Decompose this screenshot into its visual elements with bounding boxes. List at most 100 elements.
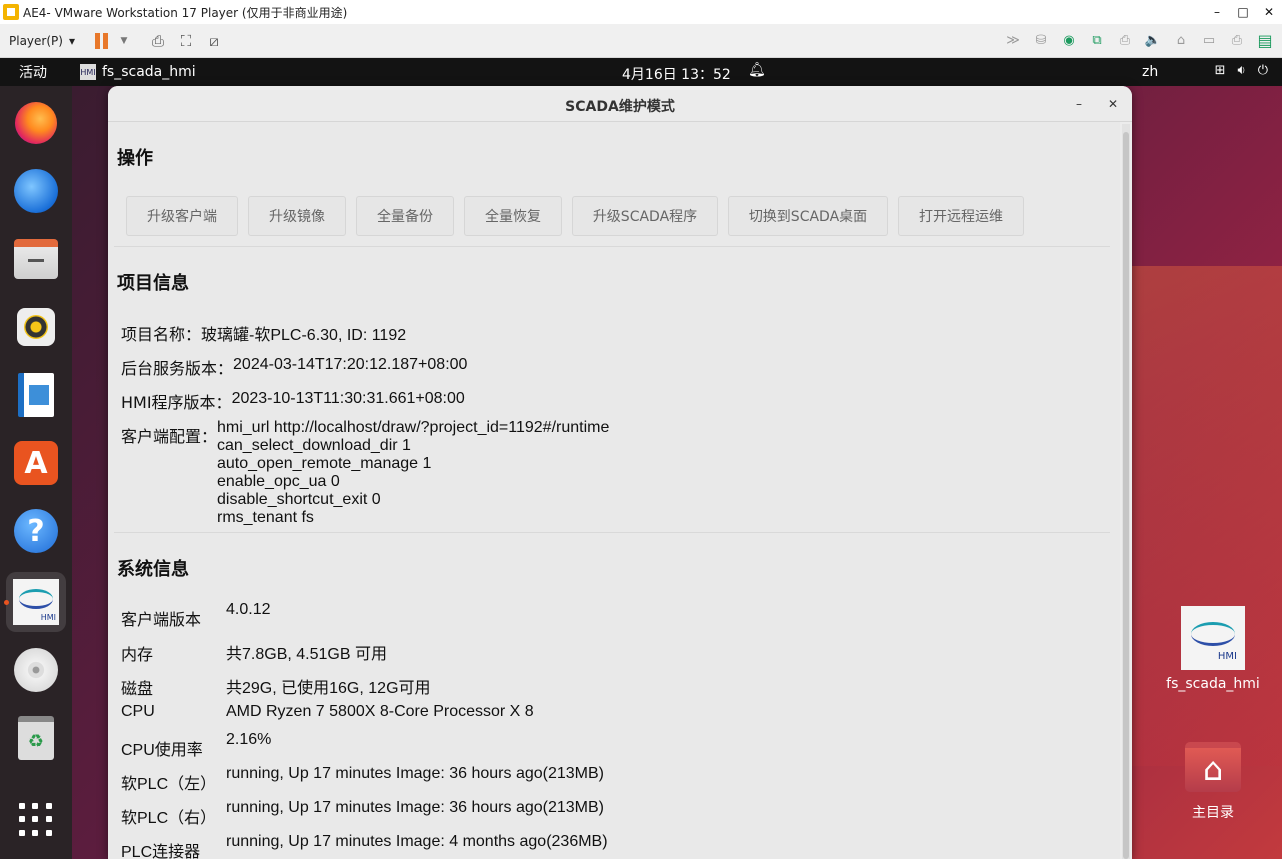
help-icon: ? xyxy=(14,509,58,553)
dock-thunderbird[interactable] xyxy=(12,167,60,215)
printer-icon[interactable]: ⎙ xyxy=(1114,29,1136,51)
project-name-value: 玻璃罐-软PLC-6.30, ID: 1192 xyxy=(201,327,407,344)
sound-icon[interactable]: 🔈 xyxy=(1142,29,1164,51)
removable-icon[interactable]: ▭ xyxy=(1198,29,1220,51)
sys-label-client-version: 客户端版本 xyxy=(121,612,202,629)
section-title-project: 项目信息 xyxy=(117,273,189,294)
fullscreen-icon[interactable]: ⛶ xyxy=(175,30,197,52)
network-icon: ⊞ xyxy=(1214,63,1226,78)
home-folder-icon xyxy=(1185,742,1241,792)
thunderbird-icon xyxy=(14,169,58,213)
window-header: SCADA维护模式 – ✕ xyxy=(108,86,1132,122)
client-config-list: hmi_url http://localhost/draw/?project_i… xyxy=(217,419,609,527)
vmware-window-controls: – □ ✕ xyxy=(1204,0,1282,24)
vertical-scrollbar[interactable] xyxy=(1122,124,1130,859)
config-line: hmi_url http://localhost/draw/?project_i… xyxy=(217,419,610,436)
vmware-toolbar: Player(P) ▾ ▼ ⎙ ⛶ ⧄ ≫ ⛁ ◉ ⧉ ⎙ 🔈 ⌂ ▭ ⎙ ▤ xyxy=(0,24,1282,58)
upgrade-image-button[interactable]: 升级镜像 xyxy=(248,196,346,236)
usb-icon[interactable]: ⌂ xyxy=(1170,29,1192,51)
app-name: fs_scada_hmi xyxy=(102,64,196,80)
send-ctrl-alt-del-icon[interactable]: ⎙ xyxy=(147,30,169,52)
sys-value-plc-connector: running, Up 17 minutes Image: 4 months a… xyxy=(226,833,608,850)
vmware-title-bar: AE4- VMware Workstation 17 Player (仅用于非商… xyxy=(0,0,1282,24)
switch-scada-desktop-button[interactable]: 切换到SCADA桌面 xyxy=(728,196,888,236)
vmware-logo-icon xyxy=(3,4,19,20)
sys-value-disk: 共29G, 已使用16G, 12G可用 xyxy=(226,680,431,697)
vmware-window-title: AE4- VMware Workstation 17 Player (仅用于非商… xyxy=(23,5,348,20)
dock-writer[interactable] xyxy=(12,371,60,419)
desktop-icon-label: 主目录 xyxy=(1192,805,1234,821)
open-remote-ops-button[interactable]: 打开远程运维 xyxy=(898,196,1024,236)
activities-button[interactable]: 活动 xyxy=(19,62,47,82)
sys-value-memory: 共7.8GB, 4.51GB 可用 xyxy=(226,646,387,663)
player-menu[interactable]: Player(P) ▾ xyxy=(9,34,75,48)
message-log-icon[interactable]: ▤ xyxy=(1254,29,1276,51)
player-menu-label: Player(P) xyxy=(9,33,63,48)
files-icon xyxy=(14,239,58,279)
app-grid-icon xyxy=(19,803,53,837)
printer2-icon[interactable]: ⎙ xyxy=(1226,29,1248,51)
full-restore-button[interactable]: 全量恢复 xyxy=(464,196,562,236)
desktop-icon-label: fs_scada_hmi xyxy=(1166,676,1260,692)
divider xyxy=(114,246,1110,247)
notification-bell-icon[interactable]: 🔔︎ xyxy=(748,62,766,78)
sys-value-soft-plc-left: running, Up 17 minutes Image: 36 hours a… xyxy=(226,765,604,782)
network-forward-icon[interactable]: ≫ xyxy=(1002,29,1024,51)
full-backup-button[interactable]: 全量备份 xyxy=(356,196,454,236)
trash-icon: ♻ xyxy=(18,716,54,760)
upgrade-scada-button[interactable]: 升级SCADA程序 xyxy=(572,196,718,236)
desktop-icon-fs-scada-hmi[interactable]: HMI fs_scada_hmi xyxy=(1163,606,1263,692)
backend-version-row: 后台服务版本：2024-03-14T17:20:12.187+08:00 xyxy=(121,351,467,378)
section-title-system: 系统信息 xyxy=(117,559,189,580)
backend-version-label: 后台服务版本： xyxy=(121,359,234,378)
system-tray[interactable]: ⊞ 🔉︎ ⏻ xyxy=(1215,63,1268,78)
pause-dropdown-icon[interactable]: ▼ xyxy=(113,30,135,52)
hmi-version-value: 2023-10-13T11:30:31.661+08:00 xyxy=(231,390,465,407)
hmi-version-label: HMI程序版本： xyxy=(121,393,232,412)
dock-cd[interactable] xyxy=(12,646,60,694)
close-button[interactable]: ✕ xyxy=(1256,0,1282,24)
config-line: can_select_download_dir 1 xyxy=(217,437,411,454)
dock-trash[interactable]: ♻ xyxy=(12,714,60,762)
pause-icon[interactable] xyxy=(94,32,109,49)
desktop-icon-home[interactable]: 主目录 xyxy=(1163,742,1263,822)
upgrade-client-button[interactable]: 升级客户端 xyxy=(126,196,238,236)
hmi-version-row: HMI程序版本：2023-10-13T11:30:31.661+08:00 xyxy=(121,385,465,412)
writer-icon xyxy=(18,373,54,417)
input-method-indicator[interactable]: zh xyxy=(1142,64,1158,80)
scada-window: SCADA维护模式 – ✕ 操作 升级客户端 升级镜像 全量备份 全量恢复 升级… xyxy=(108,86,1132,859)
scrollbar-thumb[interactable] xyxy=(1123,132,1129,859)
unity-icon[interactable]: ⧄ xyxy=(203,30,225,52)
hard-disk-icon[interactable]: ⛁ xyxy=(1030,29,1052,51)
power-icon: ⏻ xyxy=(1257,63,1268,78)
window-close-button[interactable]: ✕ xyxy=(1102,93,1124,115)
clock[interactable]: 4月16日 13：52 xyxy=(622,64,731,84)
gnome-top-bar: 活动 HMI fs_scada_hmi 4月16日 13：52 🔔︎ zh ⊞ … xyxy=(0,58,1282,86)
minimize-button[interactable]: – xyxy=(1204,0,1230,24)
sys-label-memory: 内存 xyxy=(121,647,154,664)
project-name-label: 项目名称： xyxy=(121,325,202,344)
sys-label-disk: 磁盘 xyxy=(121,681,154,698)
window-content: 操作 升级客户端 升级镜像 全量备份 全量恢复 升级SCADA程序 切换到SCA… xyxy=(108,122,1120,859)
device-icons: ≫ ⛁ ◉ ⧉ ⎙ 🔈 ⌂ ▭ ⎙ ▤ xyxy=(1002,29,1276,51)
window-title: SCADA维护模式 xyxy=(565,99,675,115)
cd-drive-icon[interactable]: ◉ xyxy=(1058,29,1080,51)
app-menu[interactable]: HMI fs_scada_hmi xyxy=(80,64,196,80)
network-adapter-icon[interactable]: ⧉ xyxy=(1086,29,1108,51)
dock-rhythmbox[interactable] xyxy=(12,303,60,351)
show-apps-button[interactable] xyxy=(12,796,60,844)
sys-value-client-version: 4.0.12 xyxy=(226,601,271,618)
config-line: disable_shortcut_exit 0 xyxy=(217,491,381,508)
dock-firefox[interactable] xyxy=(12,99,60,147)
config-line: enable_opc_ua 0 xyxy=(217,473,340,490)
running-indicator xyxy=(4,600,9,605)
volume-icon: 🔉︎ xyxy=(1237,63,1246,78)
sys-label-soft-plc-right: 软PLC（右） xyxy=(121,810,217,827)
dock-fs-scada-hmi[interactable]: HMI xyxy=(6,572,66,632)
dock-files[interactable] xyxy=(12,235,60,283)
chevron-down-icon: ▾ xyxy=(68,33,75,48)
window-minimize-button[interactable]: – xyxy=(1068,93,1090,115)
dock-app-store[interactable]: A xyxy=(12,439,60,487)
maximize-button[interactable]: □ xyxy=(1230,0,1256,24)
dock-help[interactable]: ? xyxy=(12,507,60,555)
